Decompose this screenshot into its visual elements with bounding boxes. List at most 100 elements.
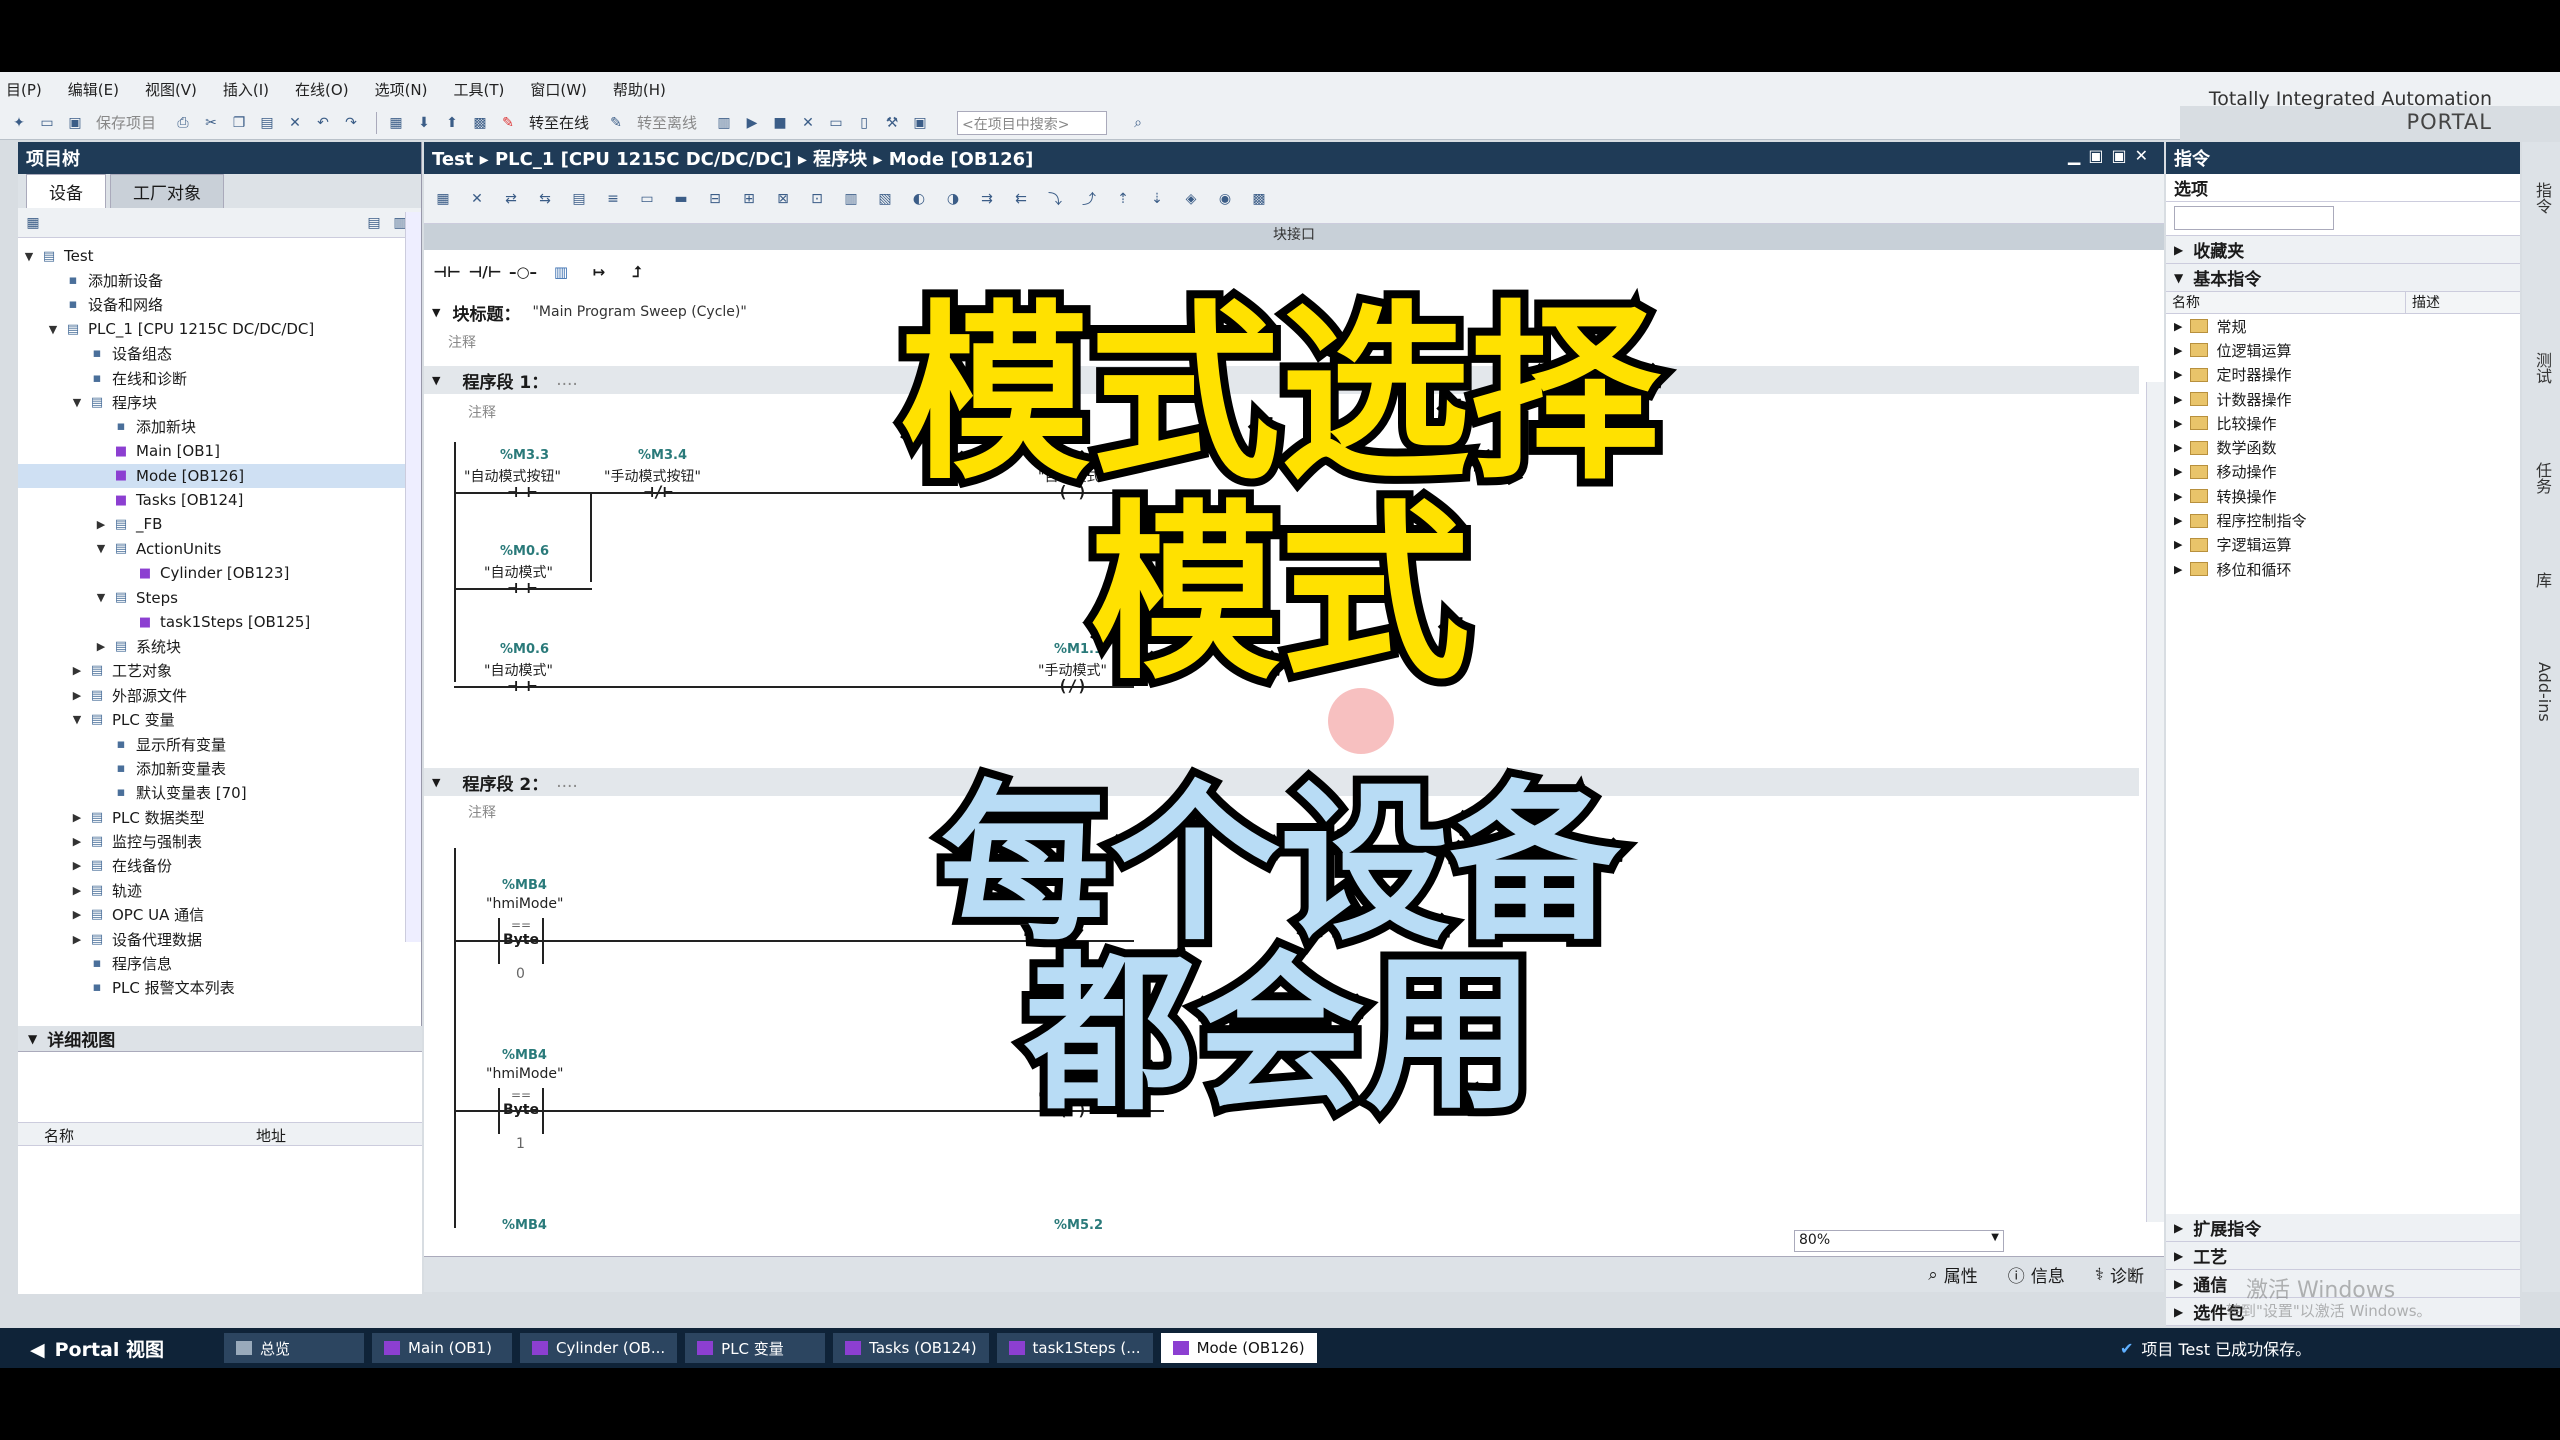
simulation-icon[interactable]: ▩ <box>469 112 491 134</box>
accessible-devices-icon[interactable]: ▥ <box>713 112 735 134</box>
start-cpu-icon[interactable]: ▶ <box>741 112 763 134</box>
tree-view-icon[interactable]: ▦ <box>22 212 44 234</box>
no-contact-icon[interactable]: ⊣⊢ <box>428 257 466 287</box>
empty-box-icon[interactable]: ▥ <box>542 257 580 287</box>
tab-instructions[interactable]: 指令 <box>2528 182 2554 214</box>
editor-tool-icon[interactable]: ▦ <box>432 188 454 210</box>
cross-reference-icon[interactable]: ✕ <box>797 112 819 134</box>
expand-toggle-icon[interactable]: ▶ <box>70 689 84 702</box>
menu-item[interactable]: 插入(I) <box>223 79 269 100</box>
tree-item[interactable]: ▼ ▤ Test <box>18 244 421 268</box>
editor-tool-icon[interactable]: ▬ <box>670 188 692 210</box>
menu-item[interactable]: 视图(V) <box>145 79 197 100</box>
favorites-section[interactable]: ▶ 收藏夹 <box>2166 236 2520 264</box>
editor-tool-icon[interactable]: ◈ <box>1180 188 1202 210</box>
go-online-icon[interactable]: ✎ <box>497 112 519 134</box>
editor-tab[interactable]: task1Steps (... <box>996 1333 1153 1363</box>
column-address[interactable]: 地址 <box>256 1125 286 1146</box>
print-icon[interactable]: ⎙ <box>172 112 194 134</box>
download-icon[interactable]: ⬇ <box>413 112 435 134</box>
editor-tool-icon[interactable]: ◑ <box>942 188 964 210</box>
column-name[interactable]: 名称 <box>44 1125 74 1146</box>
tree-item[interactable]: ▪ 添加新变量表 <box>18 756 421 780</box>
properties-tab[interactable]: ⌕ 属性 <box>1928 1262 1978 1288</box>
editor-tab[interactable]: 总览 <box>224 1333 365 1363</box>
editor-tool-icon[interactable]: ⊡ <box>806 188 828 210</box>
tab-plant-objects[interactable]: 工厂对象 <box>110 174 224 208</box>
paste-icon[interactable]: ▤ <box>256 112 278 134</box>
editor-tool-icon[interactable]: ◉ <box>1214 188 1236 210</box>
nc-contact-icon[interactable]: ⊣/⊢ <box>466 257 504 287</box>
editor-tool-icon[interactable]: ◐ <box>908 188 930 210</box>
redo-icon[interactable]: ↷ <box>340 112 362 134</box>
menu-item[interactable]: 在线(O) <box>295 79 349 100</box>
block-interface-bar[interactable]: 块接口 <box>424 224 2164 250</box>
editor-tool-icon[interactable]: ⊟ <box>704 188 726 210</box>
split-vertical-icon[interactable]: ▯ <box>853 112 875 134</box>
close-branch-icon[interactable]: ⮥ <box>618 257 656 287</box>
editor-tool-icon[interactable]: ⇣ <box>1146 188 1168 210</box>
editor-tab[interactable]: Mode (OB126) <box>1160 1333 1317 1363</box>
tree-item[interactable]: ▪ 添加新设备 <box>18 268 421 292</box>
tab-devices[interactable]: 设备 <box>26 174 106 208</box>
open-branch-icon[interactable]: ↦ <box>580 257 618 287</box>
save-project-button[interactable]: 保存项目 <box>96 112 156 133</box>
editor-tool-icon[interactable]: ⊞ <box>738 188 760 210</box>
upload-icon[interactable]: ⬆ <box>441 112 463 134</box>
window-controls-icon[interactable]: ▁▣▣✕ <box>2068 146 2156 165</box>
cut-icon[interactable]: ✂ <box>200 112 222 134</box>
expand-toggle-icon[interactable]: ▼ <box>70 713 84 726</box>
editor-tool-icon[interactable]: ⤴ <box>1078 188 1100 210</box>
stop-cpu-icon[interactable]: ■ <box>769 112 791 134</box>
info-tab[interactable]: ⓘ 信息 <box>2008 1262 2065 1287</box>
editor-tool-icon[interactable]: ⤵ <box>1044 188 1066 210</box>
editor-tool-icon[interactable]: ▤ <box>568 188 590 210</box>
zoom-select[interactable]: 80% ▼ <box>1794 1230 2004 1252</box>
go-offline-icon[interactable]: ✎ <box>605 112 627 134</box>
extended-instructions-section[interactable]: ▶ 扩展指令 <box>2166 1214 2520 1242</box>
editor-tool-icon[interactable]: ⊠ <box>772 188 794 210</box>
go-online-button[interactable]: 转至在线 <box>529 112 589 133</box>
menu-item[interactable]: 窗口(W) <box>530 79 587 100</box>
editor-tab[interactable]: PLC 变量 <box>685 1333 826 1363</box>
delete-icon[interactable]: ✕ <box>284 112 306 134</box>
editor-tool-icon[interactable]: ⇇ <box>1010 188 1032 210</box>
editor-tool-icon[interactable]: ≡ <box>602 188 624 210</box>
menu-item[interactable]: 选项(N) <box>375 79 428 100</box>
editor-tool-icon[interactable]: ⇆ <box>534 188 556 210</box>
project-search-input[interactable]: <在项目中搜索> <box>957 110 1108 135</box>
editor-tool-icon[interactable]: ⇄ <box>500 188 522 210</box>
open-project-icon[interactable]: ▭ <box>36 112 58 134</box>
menu-item[interactable]: 编辑(E) <box>68 79 119 100</box>
go-offline-button[interactable]: 转至离线 <box>637 112 697 133</box>
basic-instructions-section[interactable]: ▼ 基本指令 <box>2166 264 2520 292</box>
menu-item[interactable]: 目(P) <box>6 79 42 100</box>
editor-tab[interactable]: Cylinder (OB... <box>520 1333 678 1363</box>
new-project-icon[interactable]: ✦ <box>8 112 30 134</box>
technology-section[interactable]: ▶ 工艺 <box>2166 1242 2520 1270</box>
editor-tab[interactable]: Main (OB1) <box>372 1333 513 1363</box>
window-icon[interactable]: ▣ <box>909 112 931 134</box>
search-go-icon[interactable]: ⌕ <box>1127 112 1149 134</box>
portal-view-button[interactable]: ◀ Portal 视图 <box>30 1335 164 1362</box>
editor-tool-icon[interactable]: ▥ <box>840 188 862 210</box>
editor-tool-icon[interactable]: ▩ <box>1248 188 1270 210</box>
menu-item[interactable]: 工具(T) <box>454 79 505 100</box>
editor-tool-icon[interactable]: ⇉ <box>976 188 998 210</box>
menu-item[interactable]: 帮助(H) <box>613 79 666 100</box>
editor-tool-icon[interactable]: ▧ <box>874 188 896 210</box>
coil-icon[interactable]: –○– <box>504 257 542 287</box>
copy-icon[interactable]: ❐ <box>228 112 250 134</box>
editor-tab[interactable]: Tasks (OB124) <box>833 1333 989 1363</box>
expand-toggle-icon[interactable]: ▼ <box>22 250 36 263</box>
save-icon[interactable]: ▣ <box>64 112 86 134</box>
tree-item[interactable]: ▼ ▤ PLC 变量 <box>18 707 421 731</box>
diagnostics-tab[interactable]: ⚕ 诊断 <box>2095 1262 2144 1288</box>
undo-icon[interactable]: ↶ <box>312 112 334 134</box>
editor-tool-icon[interactable]: ✕ <box>466 188 488 210</box>
split-horizontal-icon[interactable]: ▭ <box>825 112 847 134</box>
table-view-icon[interactable]: ▤ <box>363 212 385 234</box>
compile-icon[interactable]: ▦ <box>385 112 407 134</box>
editor-tool-icon[interactable]: ⇡ <box>1112 188 1134 210</box>
tools-icon[interactable]: ⚒ <box>881 112 903 134</box>
